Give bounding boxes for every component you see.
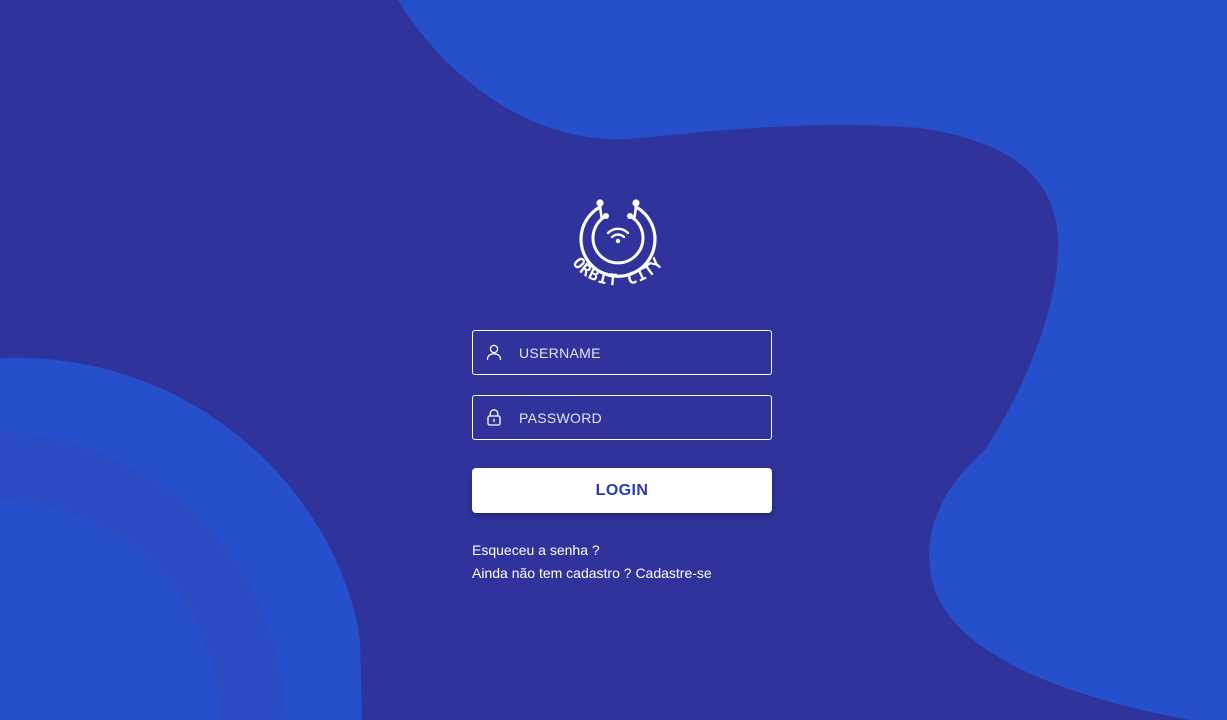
lock-icon (487, 409, 501, 426)
orbit-city-logo: ORBIT CITY (569, 199, 667, 290)
login-button[interactable]: LOGIN (472, 468, 772, 513)
signup-link[interactable]: Cadastre-se (635, 565, 711, 581)
username-field[interactable] (472, 330, 772, 375)
auth-links: Esqueceu a senha ? Ainda não tem cadastr… (472, 539, 712, 585)
logo-text: ORBIT CITY (569, 254, 667, 290)
no-account-text: Ainda não tem cadastro ? (472, 565, 632, 581)
username-input[interactable] (519, 331, 759, 374)
forgot-password-link[interactable]: Esqueceu a senha ? (472, 542, 600, 558)
password-input[interactable] (519, 396, 759, 439)
password-field[interactable] (472, 395, 772, 440)
user-icon (486, 344, 502, 361)
